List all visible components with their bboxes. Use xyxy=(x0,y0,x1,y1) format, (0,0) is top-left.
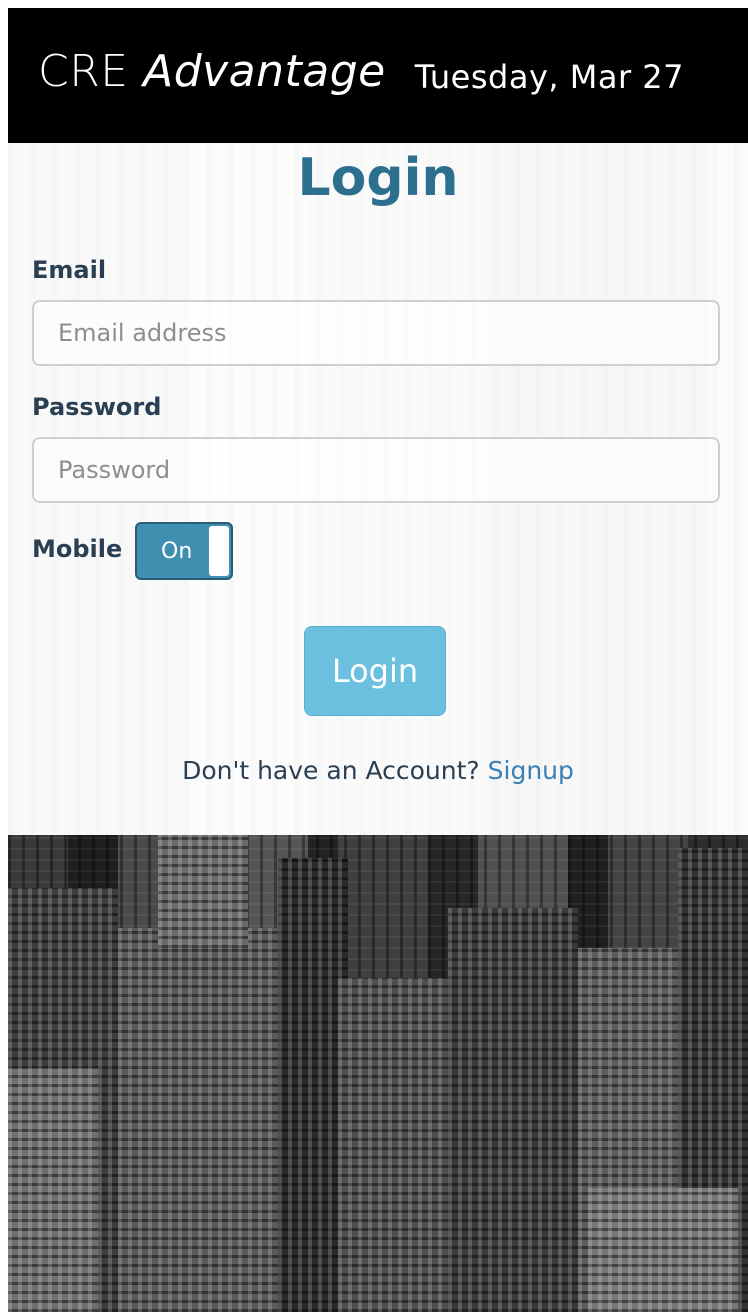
signup-row: Don't have an Account? Signup xyxy=(8,756,748,785)
app-frame: CRE Advantage Tuesday, Mar 27 Login Emai… xyxy=(8,8,748,1312)
toggle-knob xyxy=(209,526,229,576)
city-buildings xyxy=(8,828,748,1312)
mobile-toggle-state: On xyxy=(161,539,193,564)
signup-prompt: Don't have an Account? xyxy=(182,756,480,785)
password-field[interactable] xyxy=(58,456,694,484)
signup-link[interactable]: Signup xyxy=(488,756,574,785)
page-title: Login xyxy=(297,148,459,208)
mobile-toggle[interactable]: On xyxy=(135,522,233,580)
password-field-wrapper xyxy=(32,437,720,503)
password-label: Password xyxy=(32,393,162,421)
brand-name: CRE xyxy=(38,46,129,97)
email-label: Email xyxy=(32,256,107,284)
mobile-label: Mobile xyxy=(32,535,123,563)
app-logo: CRE Advantage xyxy=(38,46,386,97)
email-field-wrapper xyxy=(32,300,720,366)
app-header: CRE Advantage Tuesday, Mar 27 xyxy=(8,8,748,143)
email-field[interactable] xyxy=(58,319,694,347)
brand-name-italic: Advantage xyxy=(143,46,386,97)
login-button[interactable]: Login xyxy=(304,626,446,716)
current-date: Tuesday, Mar 27 xyxy=(414,58,684,96)
